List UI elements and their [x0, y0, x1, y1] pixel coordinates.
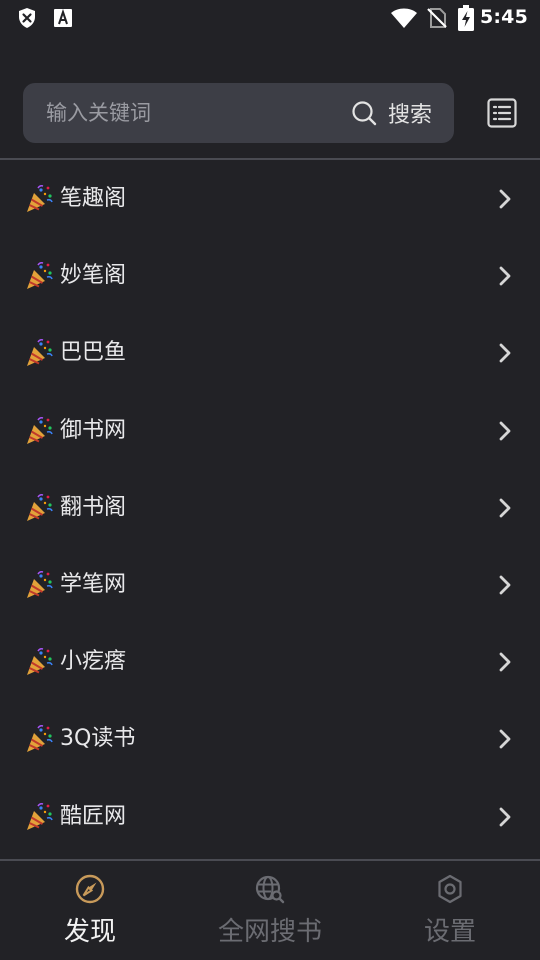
source-list-item[interactable]: 巴巴鱼: [0, 314, 540, 391]
no-sim-icon: [427, 8, 447, 28]
party-popper-icon: [27, 184, 53, 212]
source-list-item[interactable]: 笔趣阁: [0, 160, 540, 237]
tab-discover[interactable]: 发现: [0, 861, 180, 960]
list-menu-icon[interactable]: [486, 97, 518, 129]
source-item-label: 妙笔阁: [60, 263, 127, 289]
party-popper-icon: [27, 493, 53, 521]
chevron-right-icon: [499, 421, 511, 440]
search-button[interactable]: 搜索: [350, 83, 432, 143]
source-item-label: 翻书阁: [60, 494, 127, 520]
wifi-icon: [391, 8, 417, 28]
chevron-right-icon: [499, 729, 511, 749]
status-time: 5:45: [479, 6, 528, 28]
chevron-right-icon: [499, 498, 511, 518]
search-icon: [352, 101, 377, 126]
battery-charging-icon: [458, 5, 474, 31]
party-popper-icon: [27, 339, 53, 367]
font-a-icon: [54, 8, 72, 27]
party-popper-icon: [27, 262, 53, 290]
chevron-right-icon: [499, 266, 511, 286]
party-popper-icon: [27, 725, 53, 753]
source-list-item[interactable]: 翻书阁: [0, 469, 540, 546]
party-popper-icon: [27, 416, 53, 444]
search-placeholder: 输入关键词: [46, 101, 151, 125]
tab-settings-label: 设置: [423, 917, 476, 947]
source-item-label: 3Q读书: [60, 726, 136, 752]
party-popper-icon: [27, 570, 53, 598]
chevron-right-icon: [499, 575, 511, 595]
chevron-right-icon: [499, 807, 511, 826]
source-list-item[interactable]: 御书网: [0, 392, 540, 469]
source-item-label: 学笔网: [60, 571, 127, 597]
party-popper-icon: [27, 802, 53, 830]
source-list-item[interactable]: 妙笔阁: [0, 237, 540, 314]
chevron-right-icon: [499, 189, 511, 209]
source-list-item[interactable]: 学笔网: [0, 546, 540, 623]
app-screen: 5:45 输入关键词 搜索 笔趣阁 妙笔阁 巴巴鱼 御书网 翻书阁 学笔网 小疙…: [0, 0, 540, 960]
shield-x-icon: [19, 8, 35, 28]
compass-icon: [75, 874, 105, 904]
tab-web-search[interactable]: 全网搜书: [180, 861, 360, 960]
chevron-right-icon: [499, 343, 511, 363]
source-item-label: 御书网: [60, 417, 127, 443]
source-item-label: 小疙瘩: [60, 649, 127, 675]
source-item-label: 笔趣阁: [60, 186, 127, 211]
gear-icon: [438, 874, 462, 904]
tab-web-search-label: 全网搜书: [217, 917, 322, 947]
source-list: 笔趣阁 妙笔阁 巴巴鱼 御书网 翻书阁 学笔网 小疙瘩 3Q读书 酷匠网: [0, 160, 540, 855]
source-item-label: 酷匠网: [60, 803, 127, 829]
globe-search-icon: [255, 875, 285, 904]
bottom-nav: 发现 全网搜书 设置: [0, 861, 540, 960]
tab-settings[interactable]: 设置: [360, 861, 540, 960]
source-list-item[interactable]: 3Q读书: [0, 700, 540, 777]
search-button-label: 搜索: [387, 103, 432, 128]
search-input[interactable]: 输入关键词 搜索: [23, 83, 454, 143]
party-popper-icon: [27, 648, 53, 676]
tab-discover-label: 发现: [63, 917, 116, 947]
chevron-right-icon: [499, 652, 511, 672]
source-list-item[interactable]: 酷匠网: [0, 778, 540, 855]
source-item-label: 巴巴鱼: [60, 340, 127, 366]
source-list-item[interactable]: 小疙瘩: [0, 623, 540, 700]
status-bar: 5:45: [0, 0, 540, 36]
